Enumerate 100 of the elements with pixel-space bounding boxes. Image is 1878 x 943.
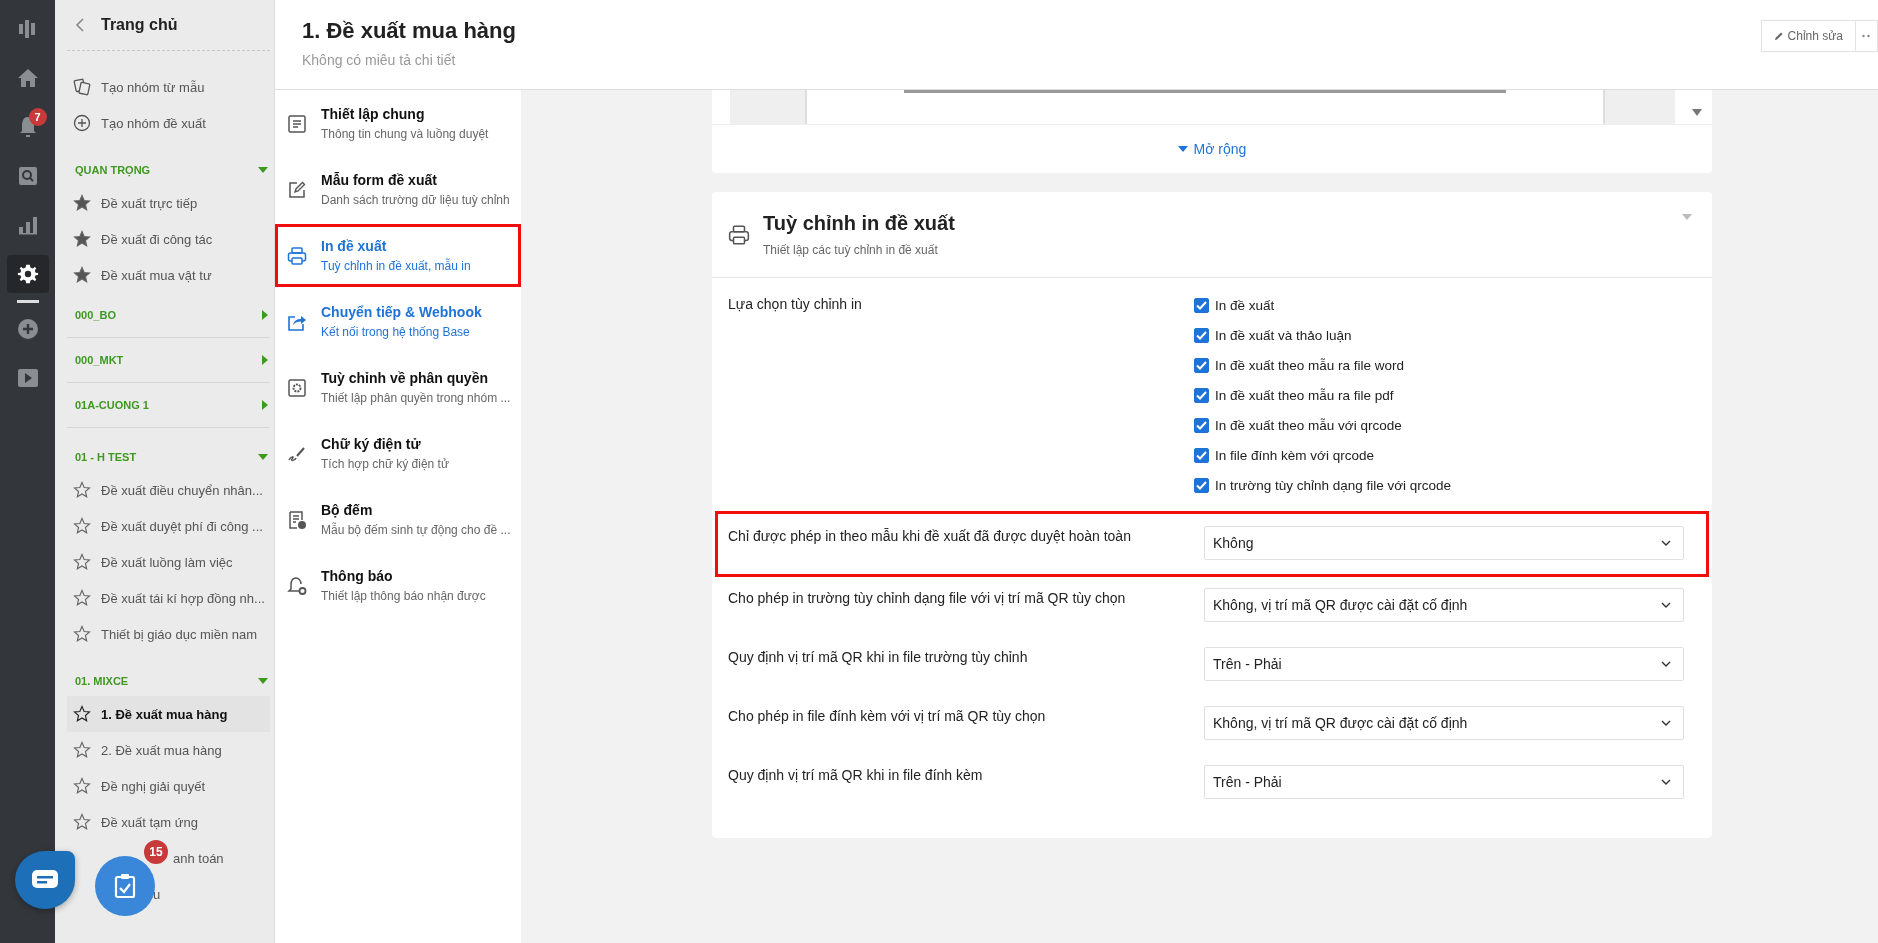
- print-option-checkbox[interactable]: In đề xuất và thảo luận: [1194, 326, 1452, 344]
- sidebar-item[interactable]: Đề xuất duyệt phí đi công ...: [67, 508, 270, 544]
- expand-link[interactable]: Mở rộng: [1177, 141, 1247, 157]
- settings-nav-item[interactable]: Bộ đếm Mẫu bộ đếm sinh tự động cho đề ...: [275, 488, 521, 551]
- checkbox[interactable]: [1194, 477, 1209, 493]
- star-outline-icon[interactable]: [73, 741, 91, 759]
- checkbox[interactable]: [1194, 417, 1209, 433]
- count-badge: 15: [144, 840, 168, 864]
- sidebar-item[interactable]: Đề xuất đi công tác: [67, 221, 270, 257]
- caret-down-icon: [258, 454, 268, 460]
- checkbox[interactable]: [1194, 447, 1209, 463]
- star-outline-icon[interactable]: [73, 517, 91, 535]
- caret-right-icon: [262, 400, 268, 410]
- notification-badge: 7: [28, 108, 47, 126]
- sidebar-title: Trang chủ: [101, 16, 178, 34]
- create-group-item[interactable]: Tạo nhóm đề xuất: [67, 105, 270, 141]
- plus-icon: [16, 318, 39, 340]
- setting-label: Cho phép in file đính kèm với vị trí mã QR tùy chọn: [728, 707, 1047, 726]
- print-option-checkbox[interactable]: In đề xuất: [1194, 296, 1452, 314]
- dropdown-field[interactable]: Không, vị trí mã QR được cài đặt cố định: [1204, 588, 1684, 622]
- chevron-down-icon: [1661, 720, 1671, 726]
- chevron-down-icon: [1661, 661, 1671, 667]
- dropdown-field[interactable]: Trên - Phải: [1204, 647, 1684, 681]
- caret-right-icon: [262, 355, 268, 365]
- sidebar-item[interactable]: Đề nghị giải quyết: [67, 768, 270, 804]
- list-check-icon: [287, 509, 307, 530]
- chat-button[interactable]: [15, 851, 75, 909]
- printer-icon: [287, 245, 307, 266]
- star-outline-icon[interactable]: [73, 589, 91, 607]
- print-option-checkbox[interactable]: In đề xuất theo mẫu ra file word: [1194, 356, 1452, 374]
- settings-nav-item[interactable]: Thiết lập chung Thông tin chung và luồng duyệt: [275, 92, 521, 155]
- star-outline-icon[interactable]: [73, 705, 91, 723]
- checkbox[interactable]: [1194, 387, 1209, 403]
- clipboard-check-icon: [114, 873, 136, 899]
- bell-gear-icon: [287, 575, 307, 596]
- setting-label: Cho phép in trường tùy chỉnh dạng file với vị trí mã QR tùy chọn: [728, 589, 1127, 608]
- pencil-icon: [1773, 31, 1784, 41]
- sidebar-item[interactable]: Đề xuất tạm ứng: [67, 804, 270, 840]
- settings-nav-item[interactable]: Chuyển tiếp & Webhook Kết nối trong hệ thống Base: [275, 290, 521, 353]
- settings-nav-item[interactable]: Mẫu form đề xuất Danh sách trường dữ liệu tuỳ chỉnh: [275, 158, 521, 221]
- back-icon[interactable]: [75, 18, 85, 32]
- print-option-checkbox[interactable]: In đề xuất theo mẫu ra file pdf: [1194, 386, 1452, 404]
- star-filled-icon[interactable]: [73, 194, 91, 212]
- gear-square-icon: [287, 377, 307, 398]
- print-option-checkbox[interactable]: In trường tùy chỉnh dạng file với qrcode: [1194, 476, 1452, 494]
- star-outline-icon[interactable]: [73, 481, 91, 499]
- star-filled-icon[interactable]: [73, 230, 91, 248]
- star-outline-icon[interactable]: [73, 813, 91, 831]
- page-title: 1. Đề xuất mua hàng: [302, 18, 516, 44]
- caret-down-icon: [1177, 146, 1188, 152]
- edit-button[interactable]: Chỉnh sửa: [1760, 20, 1856, 52]
- sidebar-item[interactable]: Thiết bị giáo dục miền nam: [67, 616, 270, 652]
- sidebar-item[interactable]: anh toán: [173, 850, 224, 866]
- settings-nav-item[interactable]: Tuỳ chỉnh về phân quyền Thiết lập phân quyền trong nhóm ...: [275, 356, 521, 419]
- settings-nav-item[interactable]: Thông báo Thiết lập thông báo nhận được: [275, 554, 521, 617]
- sidebar-item[interactable]: u: [153, 886, 161, 902]
- tasks-button[interactable]: [95, 856, 155, 916]
- sidebar-item[interactable]: Đề xuất điều chuyển nhân...: [67, 472, 270, 508]
- checkbox[interactable]: [1194, 357, 1209, 373]
- star-outline-icon[interactable]: [73, 553, 91, 571]
- print-option-checkbox[interactable]: In file đính kèm với qrcode: [1194, 446, 1452, 464]
- printer-icon: [727, 223, 751, 246]
- plus-circle-icon: [73, 114, 91, 132]
- dropdown-field[interactable]: Không: [1204, 526, 1684, 560]
- document-icon: [287, 113, 307, 134]
- settings-nav-item[interactable]: In đề xuất Tuỳ chỉnh in đề xuất, mẫu in: [275, 224, 521, 287]
- template-group-item[interactable]: Tạo nhóm từ mẫu: [67, 69, 270, 105]
- dropdown-field[interactable]: Trên - Phải: [1204, 765, 1684, 799]
- card-subtitle: Thiết lập các tuỳ chỉnh in đề xuất: [763, 243, 939, 257]
- chevron-down-icon: [1661, 779, 1671, 785]
- edit-icon: [287, 179, 307, 200]
- search-icon: [17, 166, 38, 186]
- sidebar-item[interactable]: Đề xuất trực tiếp: [67, 185, 270, 221]
- bell-button[interactable]: 7: [6, 108, 49, 146]
- scroll-down-icon[interactable]: [1692, 109, 1702, 116]
- star-outline-icon[interactable]: [73, 625, 91, 643]
- play-icon: [17, 369, 38, 387]
- sidebar-item[interactable]: Đề xuất luồng làm việc: [67, 544, 270, 580]
- setting-label: Lựa chọn tùy chỉnh in: [728, 296, 863, 314]
- star-filled-icon[interactable]: [73, 266, 91, 284]
- sidebar-item[interactable]: 2. Đề xuất mua hàng: [67, 732, 270, 768]
- settings-nav-item[interactable]: Chữ ký điện tử Tích hợp chữ ký điện tử: [275, 422, 521, 485]
- star-outline-icon[interactable]: [73, 777, 91, 795]
- checkbox[interactable]: [1194, 327, 1209, 343]
- sidebar-item[interactable]: 1. Đề xuất mua hàng: [67, 696, 270, 732]
- setting-label: Quy định vị trí mã QR khi in file đính kèm: [728, 766, 984, 785]
- settings-button[interactable]: [6, 255, 49, 293]
- card-title: Tuỳ chỉnh in đề xuất: [763, 212, 955, 235]
- print-option-checkbox[interactable]: In đề xuất theo mẫu với qrcode: [1194, 416, 1452, 434]
- bar-chart-icon: [17, 215, 38, 235]
- sidebar-item[interactable]: Đề xuất tái kí hợp đồng nh...: [67, 580, 270, 616]
- more-icon: [1862, 34, 1870, 38]
- checkbox[interactable]: [1194, 297, 1209, 313]
- chevron-down-icon: [1661, 602, 1671, 608]
- chat-icon: [31, 869, 59, 891]
- setting-label: Quy định vị trí mã QR khi in file trường tùy chỉnh: [728, 648, 1029, 667]
- caret-right-icon: [262, 310, 268, 320]
- setting-label: Chỉ được phép in theo mẫu khi đề xuất đã được duyệt hoàn toàn: [728, 527, 1132, 546]
- sidebar-item[interactable]: Đề xuất mua vật tư: [67, 257, 270, 293]
- dropdown-field[interactable]: Không, vị trí mã QR được cài đặt cố định: [1204, 706, 1684, 740]
